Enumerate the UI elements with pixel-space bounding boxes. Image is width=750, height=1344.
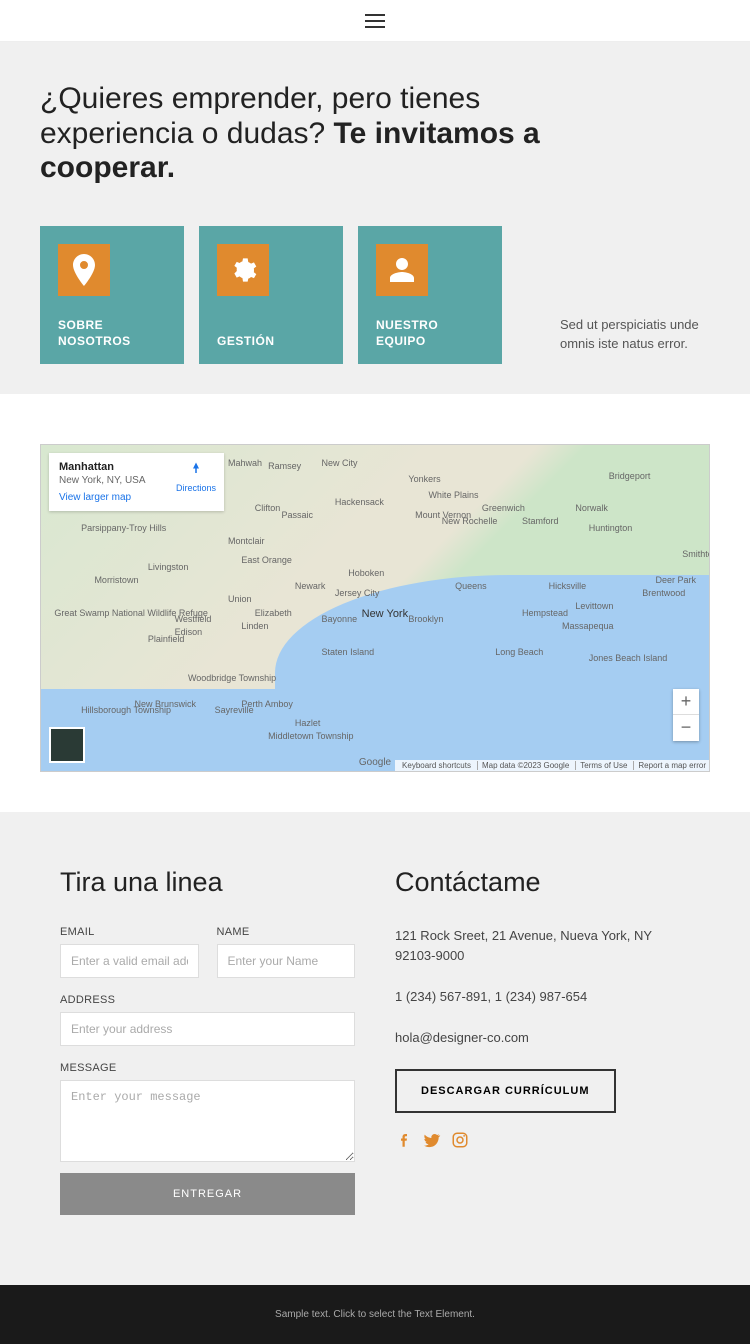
- map-place-label: White Plains: [428, 490, 478, 500]
- map-place-label: Smithtown: [682, 549, 710, 559]
- info-card-1[interactable]: GESTIÓN: [199, 226, 343, 364]
- map-zoom-controls: + −: [673, 689, 699, 741]
- map-section: PatersonYonkersBridgeportNewarkElizabeth…: [0, 394, 750, 812]
- map-place-label: Long Beach: [495, 647, 543, 657]
- card-title: SOBRE NOSOTROS: [58, 318, 166, 349]
- contact-address: 121 Rock Sreet, 21 Avenue, Nueva York, N…: [395, 926, 690, 968]
- name-input[interactable]: [217, 944, 356, 978]
- hero-title: ¿Quieres emprender, pero tienes experien…: [40, 82, 600, 186]
- map-embed[interactable]: PatersonYonkersBridgeportNewarkElizabeth…: [40, 444, 710, 772]
- map-place-label: Passaic: [281, 510, 313, 520]
- email-label: EMAIL: [60, 926, 199, 938]
- map-place-label: Mahwah: [228, 458, 262, 468]
- map-place-label: Queens: [455, 581, 487, 591]
- contact-title: Contáctame: [395, 867, 690, 898]
- form-title: Tira una linea: [60, 867, 355, 898]
- form-column: Tira una linea EMAIL NAME ADDRESS MESSAG…: [60, 867, 355, 1215]
- map-place-label: Hicksville: [549, 581, 587, 591]
- map-place-label: Ramsey: [268, 461, 301, 471]
- header: [0, 0, 750, 42]
- message-label: MESSAGE: [60, 1062, 355, 1074]
- map-place-label: Jersey City: [335, 588, 380, 598]
- pin-icon: [58, 244, 110, 296]
- map-place-label: Hackensack: [335, 497, 384, 507]
- map-info-card: Directions Manhattan New York, NY, USA V…: [49, 453, 224, 511]
- map-attrib-item[interactable]: Terms of Use: [575, 761, 627, 770]
- map-place-label: Sayreville: [215, 705, 254, 715]
- map-center-label: New York: [362, 608, 408, 620]
- map-place-label: Hillsborough Township: [81, 705, 171, 715]
- map-place-label: Hazlet: [295, 718, 321, 728]
- twitter-icon[interactable]: [423, 1131, 441, 1149]
- map-place-label: East Orange: [241, 555, 292, 565]
- map-place-label: Livingston: [148, 562, 189, 572]
- map-place-label: Middletown Township: [268, 731, 353, 741]
- map-attrib-item[interactable]: Map data ©2023 Google: [477, 761, 569, 770]
- map-place-label: Union: [228, 594, 252, 604]
- map-place-label: Jones Beach Island: [589, 653, 668, 663]
- map-place-label: New City: [322, 458, 358, 468]
- side-text: Sed ut perspiciatis unde omnis iste natu…: [560, 315, 710, 364]
- info-card-2[interactable]: NUESTRO EQUIPO: [358, 226, 502, 364]
- card-title: NUESTRO EQUIPO: [376, 318, 484, 349]
- info-card-0[interactable]: SOBRE NOSOTROS: [40, 226, 184, 364]
- map-place-label: Massapequa: [562, 621, 614, 631]
- submit-button[interactable]: ENTREGAR: [60, 1173, 355, 1215]
- map-place-label: Newark: [295, 581, 326, 591]
- name-label: NAME: [217, 926, 356, 938]
- map-google-logo: Google: [359, 757, 391, 768]
- map-place-label: Hoboken: [348, 568, 384, 578]
- user-icon: [376, 244, 428, 296]
- map-place-label: Levittown: [575, 601, 613, 611]
- social-icons: [395, 1131, 690, 1149]
- map-place-label: Woodbridge Township: [188, 673, 276, 683]
- map-view-larger-link[interactable]: View larger map: [59, 492, 131, 503]
- footer: Sample text. Click to select the Text El…: [0, 1285, 750, 1344]
- hero-section: ¿Quieres emprender, pero tienes experien…: [0, 42, 750, 394]
- map-place-label: Plainfield: [148, 634, 185, 644]
- map-attrib-item[interactable]: Keyboard shortcuts: [398, 761, 471, 770]
- map-place-label: Morristown: [94, 575, 138, 585]
- map-attribution: Keyboard shortcuts Map data ©2023 Google T…: [395, 760, 709, 771]
- gear-icon: [217, 244, 269, 296]
- card-title: GESTIÓN: [217, 334, 325, 350]
- map-place-label: Deer Park: [656, 575, 697, 585]
- map-place-label: Clifton: [255, 503, 281, 513]
- download-cv-button[interactable]: DESCARGAR CURRÍCULUM: [395, 1069, 616, 1113]
- address-label: ADDRESS: [60, 994, 355, 1006]
- map-place-label: Brooklyn: [408, 614, 443, 624]
- map-place-label: Linden: [241, 621, 268, 631]
- cards-row: SOBRE NOSOTROS GESTIÓN NUESTRO EQUIPO Sed u…: [40, 226, 710, 364]
- map-place-label: Bayonne: [322, 614, 358, 624]
- map-place-label: Greenwich: [482, 503, 525, 513]
- contact-email: hola@designer-co.com: [395, 1028, 690, 1049]
- map-place-label: Bridgeport: [609, 471, 651, 481]
- address-input[interactable]: [60, 1012, 355, 1046]
- map-place-label: Huntington: [589, 523, 633, 533]
- email-input[interactable]: [60, 944, 199, 978]
- map-place-label: Parsippany-Troy Hills: [81, 523, 166, 533]
- map-place-label: Stamford: [522, 516, 559, 526]
- map-directions-button[interactable]: Directions: [176, 461, 216, 493]
- map-attrib-item[interactable]: Report a map error: [633, 761, 706, 770]
- map-place-label: Yonkers: [408, 474, 440, 484]
- contact-phone: 1 (234) 567-891, 1 (234) 987-654: [395, 987, 690, 1008]
- map-zoom-in[interactable]: +: [673, 689, 699, 715]
- map-zoom-out[interactable]: −: [673, 715, 699, 741]
- map-place-label: Montclair: [228, 536, 265, 546]
- contact-section: Tira una linea EMAIL NAME ADDRESS MESSAG…: [0, 812, 750, 1285]
- instagram-icon[interactable]: [451, 1131, 469, 1149]
- map-place-label: Staten Island: [322, 647, 375, 657]
- map-place-label: Norwalk: [575, 503, 608, 513]
- facebook-icon[interactable]: [395, 1131, 413, 1149]
- message-textarea[interactable]: [60, 1080, 355, 1162]
- map-place-label: Hempstead: [522, 608, 568, 618]
- map-place-label: Great Swamp National Wildlife Refuge: [54, 608, 208, 618]
- map-satellite-toggle[interactable]: [49, 727, 85, 763]
- contact-info-column: Contáctame 121 Rock Sreet, 21 Avenue, Nu…: [395, 867, 690, 1215]
- hamburger-menu-icon[interactable]: [365, 14, 385, 28]
- map-place-label: Brentwood: [642, 588, 685, 598]
- map-place-label: Elizabeth: [255, 608, 292, 618]
- map-place-label: Mount Vernon: [415, 510, 471, 520]
